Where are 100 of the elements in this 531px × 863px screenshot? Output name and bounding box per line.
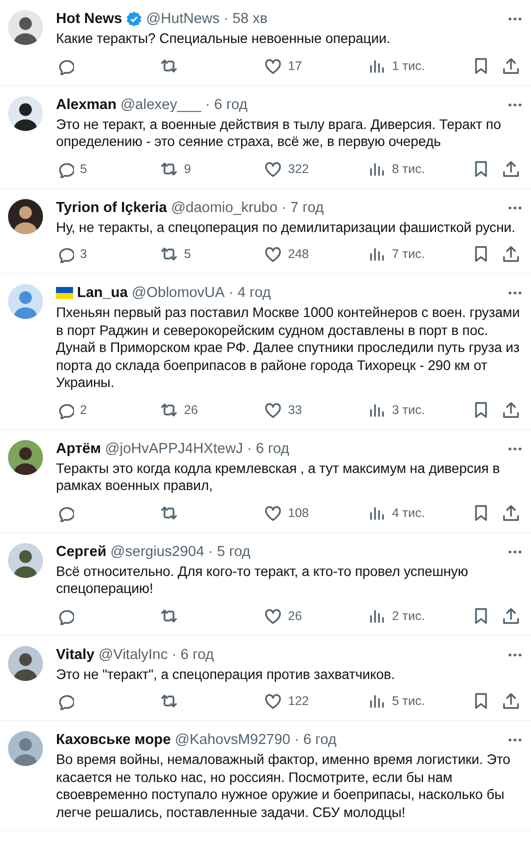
count: 17 bbox=[288, 58, 302, 72]
author-name[interactable]: Lan_ua bbox=[77, 285, 128, 301]
share-icon bbox=[502, 692, 520, 710]
like-button[interactable]: 26 bbox=[264, 606, 368, 624]
heart-icon bbox=[264, 400, 282, 418]
tweet-text: Это не "теракт", а спецоперация против захватчиков. bbox=[56, 666, 396, 683]
author-name[interactable]: Каховське море bbox=[56, 732, 171, 748]
views-button[interactable]: 7 тис. bbox=[368, 245, 472, 263]
bookmark-icon bbox=[472, 606, 490, 624]
timestamp[interactable]: · 5 год bbox=[208, 544, 250, 560]
share-button[interactable] bbox=[502, 692, 520, 710]
reply-button[interactable]: 5 bbox=[56, 160, 160, 178]
repost-icon bbox=[160, 56, 178, 74]
share-button[interactable] bbox=[502, 245, 520, 263]
author-handle[interactable]: @daomio_krubo bbox=[170, 200, 278, 216]
reply-button[interactable]: 3 bbox=[56, 245, 160, 263]
views-button[interactable]: 8 тис. bbox=[368, 160, 472, 178]
repost-button[interactable]: 26 bbox=[160, 400, 264, 418]
heart-icon bbox=[264, 56, 282, 74]
tweet-text: Это не теракт, а военные действия в тылу врага. Диверсия. Теракт по определению - это сеяние страха, всё же, в первую очередь bbox=[56, 116, 502, 150]
author-handle[interactable]: @alexey___ bbox=[120, 96, 202, 112]
share-button[interactable] bbox=[502, 504, 520, 522]
avatar bbox=[8, 10, 43, 45]
author-name[interactable]: Tyrion of Içkeria bbox=[56, 200, 167, 216]
avatar bbox=[8, 284, 43, 319]
like-button[interactable]: 33 bbox=[264, 400, 368, 418]
avatar bbox=[8, 96, 43, 130]
count: 7 тис. bbox=[392, 247, 425, 261]
heart-icon bbox=[264, 504, 282, 522]
timestamp[interactable]: · 7 год bbox=[282, 200, 324, 216]
count: 2 bbox=[80, 402, 87, 416]
timestamp[interactable]: · 6 год bbox=[294, 732, 336, 748]
heart-icon bbox=[264, 606, 282, 624]
views-button[interactable]: 1 тис. bbox=[368, 56, 472, 74]
avatar bbox=[8, 542, 43, 578]
author-handle[interactable]: @joHvAPPJ4HXtewJ bbox=[105, 440, 244, 456]
bookmark-icon bbox=[472, 56, 490, 74]
bookmark-icon bbox=[472, 504, 490, 522]
heart-icon bbox=[264, 245, 282, 263]
views-button[interactable]: 3 тис. bbox=[368, 400, 472, 418]
share-button[interactable] bbox=[502, 400, 520, 418]
author-handle[interactable]: @sergius2904 bbox=[110, 544, 204, 560]
author-name[interactable]: Vitaly bbox=[56, 646, 94, 662]
views-button[interactable]: 4 тис. bbox=[368, 504, 472, 522]
avatar bbox=[8, 440, 43, 474]
count: 5 тис. bbox=[392, 694, 425, 708]
share-icon bbox=[502, 160, 520, 178]
bar-chart-icon bbox=[368, 692, 386, 710]
share-button[interactable] bbox=[502, 160, 520, 178]
timestamp[interactable]: · 58 хв bbox=[224, 11, 268, 27]
count: 8 тис. bbox=[392, 162, 425, 176]
bar-chart-icon bbox=[368, 245, 386, 263]
count: 5 bbox=[80, 162, 87, 176]
count: 322 bbox=[288, 162, 309, 176]
timestamp[interactable]: · 6 год bbox=[205, 96, 248, 112]
author-handle[interactable]: @OblomovUA bbox=[132, 285, 225, 301]
count: 9 bbox=[184, 162, 191, 176]
repost-icon bbox=[160, 160, 178, 178]
share-icon bbox=[502, 245, 520, 263]
reply-icon bbox=[56, 692, 74, 710]
like-button[interactable]: 108 bbox=[264, 504, 368, 522]
like-button[interactable]: 17 bbox=[264, 56, 368, 74]
like-button[interactable]: 248 bbox=[264, 245, 368, 263]
author-name[interactable]: Сергей bbox=[56, 544, 106, 560]
share-icon bbox=[502, 504, 520, 522]
bookmark-icon bbox=[472, 400, 490, 418]
tweet-text: Какие теракты? Специальные невоенные операции. bbox=[56, 30, 392, 48]
author-handle[interactable]: @HutNews bbox=[146, 11, 220, 27]
views-button[interactable]: 5 тис. bbox=[368, 692, 472, 710]
reply-icon bbox=[56, 245, 74, 263]
tweet-text: Всё относительно. Для кого-то теракт, а кто-то провел успешную спецоперацию! bbox=[56, 562, 470, 598]
repost-icon bbox=[160, 504, 178, 522]
count: 122 bbox=[288, 694, 309, 708]
repost-button[interactable]: 5 bbox=[160, 245, 264, 263]
timestamp[interactable]: · 6 год bbox=[247, 440, 290, 456]
like-button[interactable]: 322 bbox=[264, 160, 368, 178]
share-icon bbox=[502, 400, 520, 418]
share-button[interactable] bbox=[502, 56, 520, 74]
author-name[interactable]: Hot News bbox=[56, 11, 122, 27]
tweet-text: Во время войны, немаловажный фактор, именно время логистики. Это касается не только нас, но россиян. Посмотрите, если бы нам своевременно поступало нужное оружие и боеприпасы, насколько бы легче решались, поставленные задачи. СБУ молодцы! bbox=[56, 751, 512, 821]
timestamp[interactable]: · 6 год bbox=[172, 646, 214, 662]
tweet-text: Ну, не теракты, а спецоперация по демилитаризации фашисткой русни. bbox=[56, 218, 516, 236]
share-button[interactable] bbox=[502, 606, 520, 624]
author-handle[interactable]: @KahovsM92790 bbox=[174, 732, 290, 748]
bookmark-icon bbox=[472, 245, 490, 263]
heart-icon bbox=[264, 692, 282, 710]
avatar bbox=[8, 198, 43, 234]
count: 3 bbox=[80, 247, 87, 261]
timestamp[interactable]: · 4 год bbox=[228, 285, 271, 301]
author-name[interactable]: Alexman bbox=[56, 96, 116, 112]
repost-button[interactable]: 9 bbox=[160, 160, 264, 178]
views-button[interactable]: 2 тис. bbox=[368, 606, 472, 624]
tweet-text: Пхеньян первый раз поставил Москве 1000 контейнеров с воен. грузами в порт Раджин и северокорейским судном доставлены в порт в пос. Дунай в Приморском крае РФ. Далее спутники проследили путь груза из порта до склада боеприпасов в районе города Тихорецк - 290 км от Украины. bbox=[56, 304, 521, 392]
count: 5 bbox=[184, 247, 191, 261]
count: 26 bbox=[184, 402, 198, 416]
author-handle[interactable]: @VitalyInc bbox=[98, 646, 168, 662]
share-icon bbox=[502, 606, 520, 624]
reply-button[interactable]: 2 bbox=[56, 400, 160, 418]
author-name[interactable]: Артём bbox=[56, 440, 102, 456]
like-button[interactable]: 122 bbox=[264, 692, 368, 710]
